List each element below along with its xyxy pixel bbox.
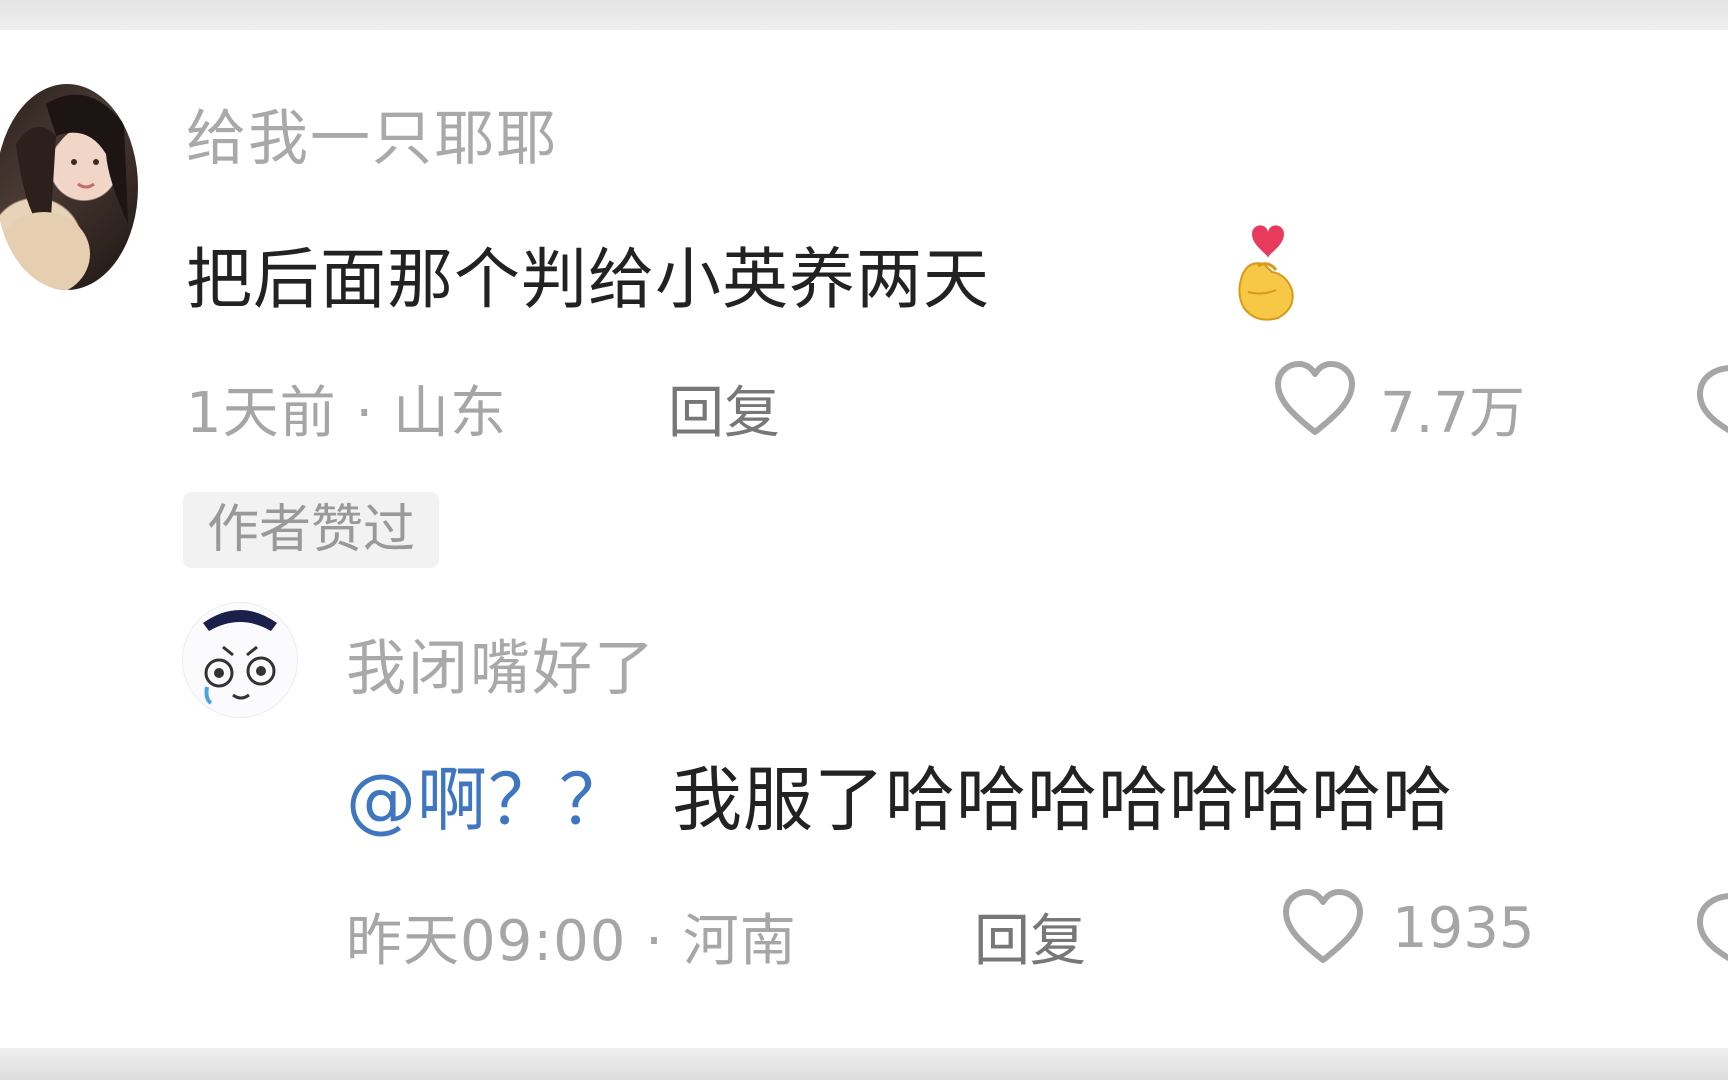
comment-panel: 给我一只耶耶 把后面那个判给小英养两天 1天前 · 山东 回复 7.7万 作者赞…	[0, 30, 1728, 1048]
reply-reply-button[interactable]: 回复	[974, 896, 1086, 977]
dislike-icon[interactable]	[1692, 360, 1728, 444]
cartoon-face-avatar-icon[interactable]	[182, 602, 298, 718]
comment-reply-button[interactable]: 回复	[668, 368, 780, 449]
reply-text: @啊？？ 我服了哈哈哈哈哈哈哈哈	[346, 744, 1453, 845]
heart-icon[interactable]	[1272, 358, 1358, 442]
reply-text-body: 我服了哈哈哈哈哈哈哈哈	[672, 759, 1453, 841]
dislike-icon[interactable]	[1692, 888, 1728, 972]
reply-time-location: 昨天09:00 · 河南	[346, 909, 797, 974]
bottom-edge	[0, 1048, 1728, 1080]
heart-icon[interactable]	[1280, 886, 1366, 970]
reply-username[interactable]: 我闭嘴好了	[346, 620, 656, 707]
avatar-photo-icon[interactable]	[0, 84, 138, 290]
reply-like-count: 1935	[1392, 896, 1535, 961]
mention-link[interactable]: @啊？？	[346, 759, 630, 841]
author-liked-badge: 作者赞过	[183, 492, 440, 568]
comment-text-body: 把后面那个判给小英养两天	[186, 241, 990, 318]
comment-text: 把后面那个判给小英养两天	[186, 226, 990, 322]
comment-time-location: 1天前 · 山东	[186, 381, 508, 446]
comment-username[interactable]: 给我一只耶耶	[186, 90, 558, 177]
comment-like-count: 7.7万	[1380, 381, 1526, 446]
finger-heart-emoji-icon	[1228, 216, 1304, 326]
top-edge	[0, 0, 1728, 30]
